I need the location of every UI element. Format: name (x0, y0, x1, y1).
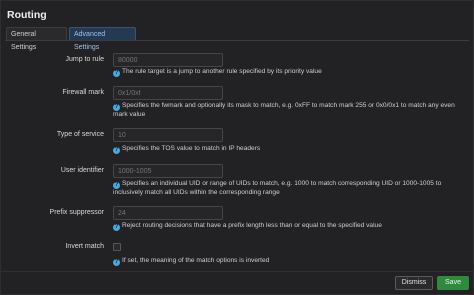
user-identifier-input[interactable] (113, 164, 223, 178)
invert-match-help-text: If set, the meaning of the match options… (122, 257, 270, 264)
help-icon: ? (113, 70, 120, 77)
help-icon: ? (113, 182, 120, 189)
type-of-service-help-text: Specifies the TOS value to match in IP h… (122, 145, 261, 152)
help-icon: ? (113, 224, 120, 231)
firewall-mark-help: ? Specifies the fwmark and optionally its… (113, 102, 468, 119)
help-icon: ? (113, 259, 120, 266)
type-of-service-help: ? Specifies the TOS value to match in IP … (113, 145, 468, 154)
user-identifier-label: User identifier (60, 167, 104, 174)
jump-to-rule-label: Jump to rule (65, 56, 104, 63)
tab-general-settings[interactable]: General Settings (6, 27, 67, 51)
type-of-service-label: Type of service (56, 131, 104, 138)
prefix-suppressor-help-text: Reject routing decisions that have a pre… (122, 222, 382, 229)
firewall-mark-help-text: Specifies the fwmark and optionally its … (113, 102, 455, 118)
firewall-mark-input[interactable] (113, 86, 223, 100)
tab-bar: General Settings Advanced Settings (5, 27, 469, 51)
invert-match-label: Invert match (65, 243, 104, 250)
dismiss-button[interactable]: Dismiss (395, 276, 433, 290)
tab-advanced-settings[interactable]: Advanced Settings (69, 27, 136, 51)
user-identifier-help-text: Specifies an individual UID or range of … (113, 180, 442, 196)
jump-to-rule-help: ? The rule target is a jump to another ru… (113, 68, 468, 77)
help-icon: ? (113, 104, 120, 111)
type-of-service-input[interactable] (113, 128, 223, 142)
footer-divider (1, 271, 473, 272)
jump-to-rule-help-text: The rule target is a jump to another rul… (122, 68, 322, 75)
prefix-suppressor-label: Prefix suppressor (49, 209, 104, 216)
firewall-mark-label: Firewall mark (62, 89, 104, 96)
prefix-suppressor-input[interactable] (113, 206, 223, 220)
routing-modal: Routing General Settings Advanced Settin… (0, 0, 474, 295)
prefix-suppressor-help: ? Reject routing decisions that have a pr… (113, 222, 468, 231)
user-identifier-help: ? Specifies an individual UID or range of… (113, 180, 468, 197)
invert-match-help: ? If set, the meaning of the match option… (113, 257, 468, 266)
jump-to-rule-input[interactable] (113, 53, 223, 67)
save-button[interactable]: Save (437, 276, 469, 290)
modal-title: Routing (7, 9, 47, 21)
invert-match-checkbox[interactable] (113, 243, 121, 251)
help-icon: ? (113, 147, 120, 154)
